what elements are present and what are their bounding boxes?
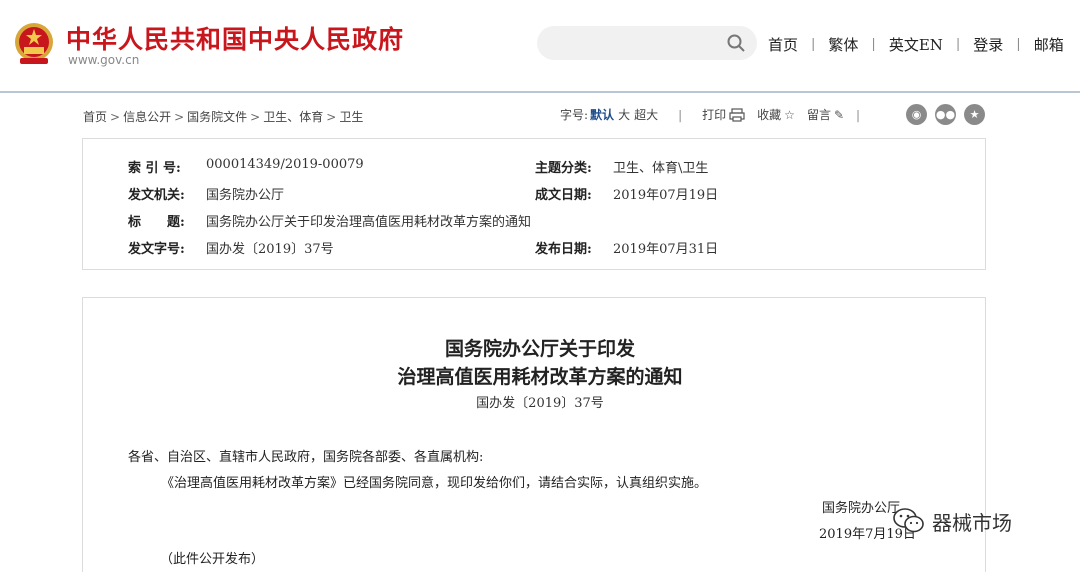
nav-traditional[interactable]: 繁体 (828, 34, 858, 55)
favorite-button[interactable]: 收藏 (757, 106, 781, 123)
toolbar-separator: | (678, 107, 683, 122)
written-date-label: 成文日期: (535, 188, 592, 203)
nav-separator: | (1016, 37, 1021, 52)
breadcrumb: 首页 > 信息公开 > 国务院文件 > 卫生、体育 > 卫生 (83, 108, 363, 125)
print-icon[interactable] (729, 107, 745, 122)
font-size-xlarge[interactable]: 超大 (634, 106, 658, 123)
issuer-value: 国务院办公厅 (206, 188, 285, 203)
nav-mail[interactable]: 邮箱 (1034, 34, 1064, 55)
breadcrumb-arrow: > (174, 110, 185, 124)
print-button[interactable]: 打印 (702, 106, 726, 123)
national-emblem-icon[interactable] (12, 20, 56, 68)
title-label: 标 题: (128, 215, 185, 230)
written-date-value: 2019年07月19日 (613, 188, 719, 203)
nav-home[interactable]: 首页 (768, 34, 798, 55)
font-size-large[interactable]: 大 (618, 106, 630, 123)
header-divider (0, 91, 1080, 93)
star-icon[interactable]: ☆ (784, 108, 795, 122)
index-label: 索 引 号: (128, 161, 181, 176)
document-note: （此件公开发布） (160, 552, 265, 567)
watermark-text: 器械市场 (932, 510, 1012, 535)
breadcrumb-item[interactable]: 卫生 (339, 110, 363, 124)
index-value: 000014349/2019-00079 (206, 157, 364, 172)
breadcrumb-arrow: > (110, 110, 121, 124)
page-toolbar: 字号: 默认 大 超大 | 打印 收藏 ☆ 留言 ✎ | (560, 106, 880, 123)
doc-number-label: 发文字号: (128, 242, 185, 257)
nav-separator: | (811, 37, 816, 52)
pen-icon[interactable]: ✎ (834, 108, 844, 122)
nav-login[interactable]: 登录 (973, 34, 1003, 55)
top-nav: 首页 | 繁体 | 英文EN | 登录 | 邮箱 (768, 34, 1064, 55)
weibo-icon[interactable]: ◉ (906, 104, 927, 125)
breadcrumb-item[interactable]: 信息公开 (123, 110, 171, 124)
wechat-watermark: 器械市场 (892, 506, 1012, 536)
breadcrumb-item[interactable]: 首页 (83, 110, 107, 124)
document-salutation: 各省、自治区、直辖市人民政府，国务院各部委、各直属机构: (128, 450, 484, 465)
comment-button[interactable]: 留言 (807, 106, 831, 123)
favorite-circle-icon[interactable]: ★ (964, 104, 985, 125)
font-size-default[interactable]: 默认 (590, 106, 614, 123)
document-signature: 国务院办公厅 (822, 501, 901, 516)
category-value: 卫生、体育\卫生 (613, 161, 709, 176)
site-header: 中华人民共和国中央人民政府 www.gov.cn 首页 | 繁体 | 英文EN … (0, 0, 1080, 92)
document-title-line2: 治理高值医用耗材改革方案的通知 (397, 366, 683, 388)
doc-number-value: 国办发〔2019〕37号 (206, 242, 334, 257)
wechat-watermark-icon (893, 508, 924, 533)
site-title[interactable]: 中华人民共和国中央人民政府 (66, 20, 404, 56)
document-paragraph: 《治理高值医用耗材改革方案》已经国务院同意，现印发给你们，请结合实际，认真组织实… (161, 476, 708, 491)
title-value: 国务院办公厅关于印发治理高值医用耗材改革方案的通知 (206, 215, 532, 230)
published-date-value: 2019年07月31日 (613, 242, 719, 257)
search-icon[interactable] (727, 34, 745, 52)
toolbar-separator: | (856, 107, 861, 122)
published-date-label: 发布日期: (535, 242, 592, 257)
breadcrumb-item[interactable]: 卫生、体育 (263, 110, 323, 124)
wechat-icon[interactable]: ●● (935, 104, 956, 125)
issuer-label: 发文机关: (128, 188, 185, 203)
search-input[interactable] (537, 26, 757, 60)
document-title-line1: 国务院办公厅关于印发 (444, 338, 635, 360)
share-icons: ◉ ●● ★ (906, 104, 985, 125)
site-url[interactable]: www.gov.cn (68, 53, 139, 67)
nav-english[interactable]: 英文EN (889, 34, 943, 55)
font-size-label: 字号: (560, 108, 589, 122)
breadcrumb-item[interactable]: 国务院文件 (187, 110, 247, 124)
breadcrumb-arrow: > (326, 110, 337, 124)
document-number: 国办发〔2019〕37号 (476, 396, 604, 411)
nav-separator: | (871, 37, 876, 52)
category-label: 主题分类: (535, 161, 592, 176)
breadcrumb-arrow: > (250, 110, 261, 124)
nav-separator: | (955, 37, 961, 52)
